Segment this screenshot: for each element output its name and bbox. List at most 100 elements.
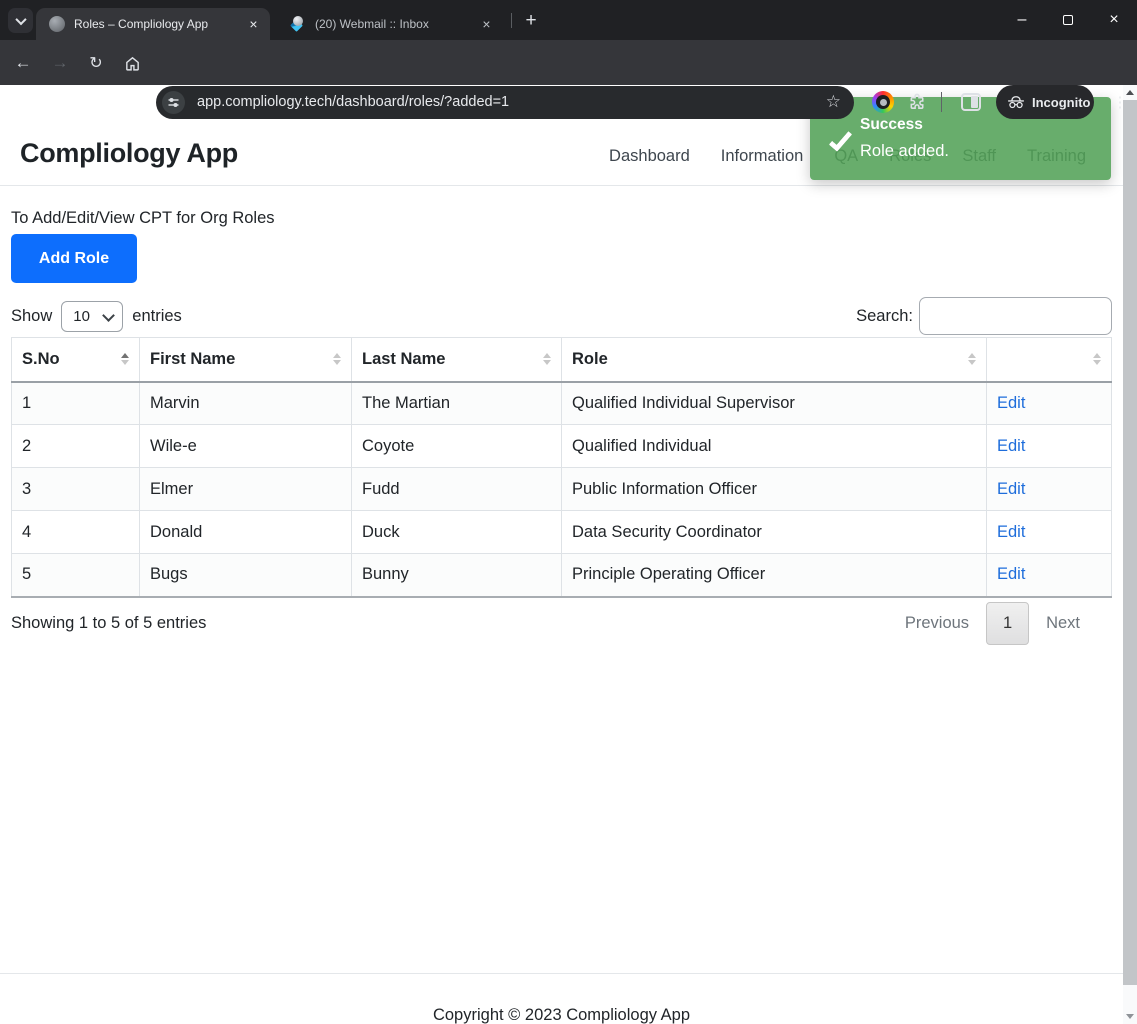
browser-tab-strip: Roles – Compliology App × (20) Webmail :… (0, 0, 1137, 40)
sort-icon (121, 353, 129, 366)
search-input[interactable] (919, 297, 1112, 335)
url-text[interactable]: app.compliology.tech/dashboard/roles/?ad… (197, 94, 826, 110)
pagination: Previous 1 Next (888, 601, 1097, 645)
toast-message: Role added. (860, 142, 949, 160)
browser-toolbar: ← → ↻ app.compliology.tech/dashboard/rol… (0, 40, 1137, 119)
address-bar[interactable]: app.compliology.tech/dashboard/roles/?ad… (156, 85, 854, 119)
chevron-down-icon (14, 13, 27, 25)
close-icon[interactable]: × (245, 16, 262, 33)
col-header-role[interactable]: Role (561, 337, 987, 383)
sort-icon (543, 353, 551, 366)
search-label: Search: (856, 306, 913, 325)
reload-button[interactable]: ↻ (82, 49, 110, 77)
incognito-icon (1008, 96, 1024, 109)
scrollbar-thumb[interactable] (1123, 100, 1137, 985)
vertical-scrollbar[interactable] (1123, 85, 1137, 1024)
web-page: Compliology App Dashboard Information QA… (0, 85, 1123, 1024)
cell-first-name: Wile-e (139, 424, 352, 468)
entries-label: entries (132, 306, 182, 325)
tab-search-button[interactable] (8, 8, 33, 33)
cell-role: Public Information Officer (561, 467, 987, 511)
table-controls: Show 10 entries Search: (11, 297, 1112, 335)
cell-role: Qualified Individual Supervisor (561, 381, 987, 425)
cell-first-name: Donald (139, 510, 352, 554)
sort-icon (1093, 353, 1101, 366)
cell-sno: 4 (11, 510, 140, 554)
incognito-badge: Incognito (996, 85, 1094, 119)
cell-sno: 2 (11, 424, 140, 468)
edit-link[interactable]: Edit (997, 565, 1025, 583)
window-close-button[interactable]: × (1091, 0, 1137, 40)
page-title: Compliology App (20, 138, 238, 168)
toolbar-separator (941, 92, 942, 112)
side-panel-button[interactable] (961, 93, 981, 111)
cell-role: Qualified Individual (561, 424, 987, 468)
col-header-first-name[interactable]: First Name (139, 337, 352, 383)
cell-action: Edit (986, 553, 1112, 598)
window-maximize-button[interactable] (1045, 0, 1091, 40)
main-content: To Add/Edit/View CPT for Org Roles Add R… (0, 209, 1123, 645)
cell-last-name: Coyote (351, 424, 562, 468)
nav-item-information[interactable]: Information (721, 147, 804, 166)
site-settings-icon[interactable] (162, 90, 185, 114)
table-row: 2 Wile-e Coyote Qualified Individual Edi… (11, 424, 1112, 468)
entries-select-wrap: 10 (61, 300, 124, 332)
close-icon[interactable]: × (478, 16, 495, 33)
cell-first-name: Bugs (139, 553, 352, 598)
sort-icon (333, 353, 341, 366)
col-header-actions[interactable] (986, 337, 1112, 383)
edit-link[interactable]: Edit (997, 523, 1025, 541)
checkmark-icon (828, 127, 853, 152)
nav-item-dashboard[interactable]: Dashboard (609, 147, 690, 166)
forward-button[interactable]: → (46, 49, 74, 77)
cell-last-name: Fudd (351, 467, 562, 511)
table-row: 5 Bugs Bunny Principle Operating Officer… (11, 553, 1112, 598)
cell-first-name: Marvin (139, 381, 352, 425)
scroll-down-arrow-icon[interactable] (1123, 1009, 1137, 1024)
bookmark-star-icon[interactable]: ☆ (826, 92, 841, 112)
tab-separator (511, 13, 512, 28)
tab-title: (20) Webmail :: Inbox (315, 17, 429, 31)
browser-tab-webmail[interactable]: (20) Webmail :: Inbox × (277, 8, 503, 40)
cell-first-name: Elmer (139, 467, 352, 511)
tab-title: Roles – Compliology App (74, 17, 209, 31)
puzzle-icon (910, 93, 924, 109)
browser-menu-button[interactable]: ⋮ (1109, 88, 1131, 116)
page-number-button[interactable]: 1 (986, 601, 1030, 645)
cell-sno: 1 (11, 381, 140, 425)
back-button[interactable]: ← (9, 49, 37, 77)
intro-text: To Add/Edit/View CPT for Org Roles (11, 209, 275, 227)
site-footer: Copyright © 2023 Compliology App (0, 973, 1123, 1024)
table-row: 1 Marvin The Martian Qualified Individua… (11, 381, 1112, 425)
entries-info: Showing 1 to 5 of 5 entries (11, 613, 207, 632)
cell-action: Edit (986, 381, 1112, 425)
cell-action: Edit (986, 424, 1112, 468)
col-header-last-name[interactable]: Last Name (351, 337, 562, 383)
window-minimize-button[interactable]: – (999, 0, 1045, 40)
table-row: 4 Donald Duck Data Security Coordinator … (11, 510, 1112, 554)
cell-sno: 3 (11, 467, 140, 511)
edit-link[interactable]: Edit (997, 480, 1025, 498)
col-header-sno[interactable]: S.No (11, 337, 140, 383)
new-tab-button[interactable]: + (518, 8, 544, 34)
edit-link[interactable]: Edit (997, 394, 1025, 412)
extensions-button[interactable] (907, 91, 928, 112)
home-button[interactable] (118, 49, 146, 77)
sort-icon (968, 353, 976, 366)
browser-tab-roles[interactable]: Roles – Compliology App × (36, 8, 270, 40)
extension-lens-icon[interactable] (872, 91, 894, 113)
cell-sno: 5 (11, 553, 140, 598)
next-page-button[interactable]: Next (1029, 614, 1097, 633)
add-role-button[interactable]: Add Role (11, 234, 137, 283)
cell-role: Principle Operating Officer (561, 553, 987, 598)
edit-link[interactable]: Edit (997, 437, 1025, 455)
globe-favicon-icon (49, 16, 65, 32)
home-icon (125, 56, 139, 71)
cell-action: Edit (986, 510, 1112, 554)
table-header-row: S.No First Name Last Name Role (11, 337, 1112, 383)
previous-page-button[interactable]: Previous (888, 614, 986, 633)
show-label: Show (11, 306, 53, 325)
cell-last-name: The Martian (351, 381, 562, 425)
entries-select[interactable]: 10 (61, 300, 124, 332)
table-row: 3 Elmer Fudd Public Information Officer … (11, 467, 1112, 511)
